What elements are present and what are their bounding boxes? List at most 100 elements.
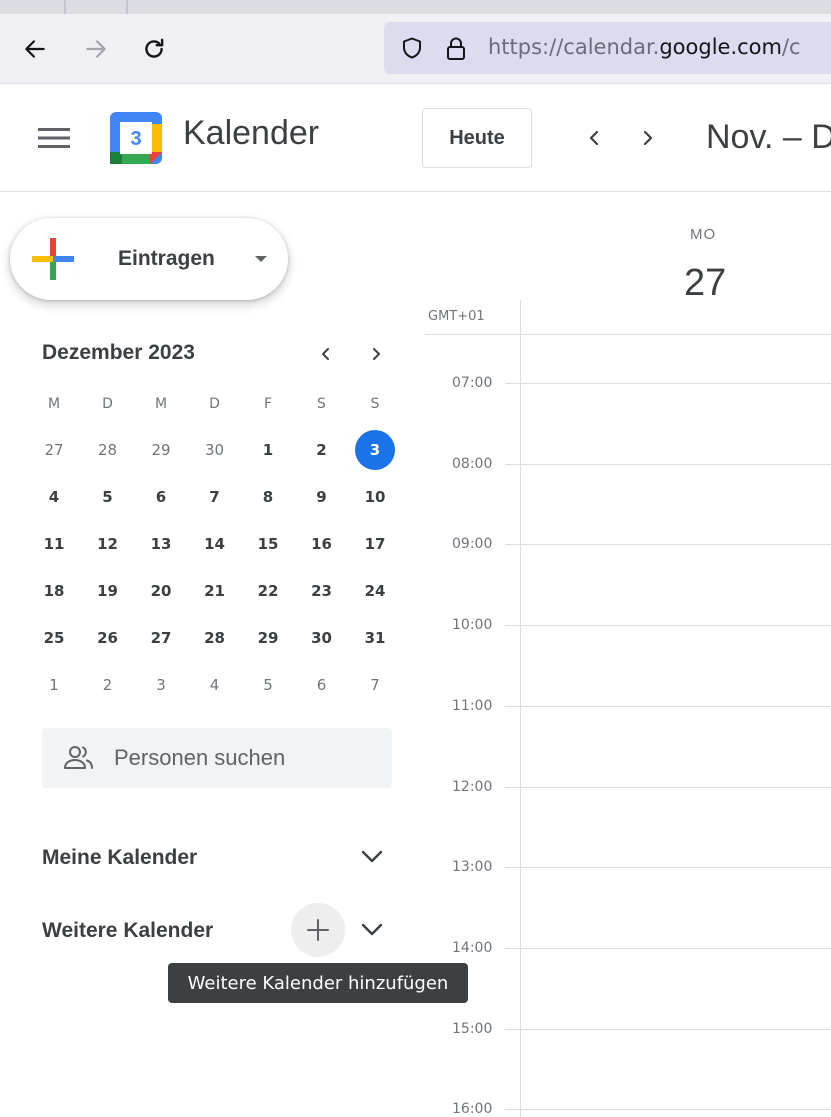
hour-gridline bbox=[505, 464, 831, 465]
hour-label: 09:00 bbox=[452, 536, 493, 552]
mini-calendar-prev-button[interactable] bbox=[311, 340, 341, 368]
reload-button[interactable] bbox=[137, 32, 171, 66]
mini-calendar-day[interactable]: 7 bbox=[354, 664, 396, 706]
previous-period-button[interactable] bbox=[574, 118, 614, 158]
add-calendar-tooltip: Weitere Kalender hinzufügen bbox=[168, 963, 468, 1003]
mini-calendar-day[interactable]: 5 bbox=[87, 476, 129, 518]
google-calendar-logo-icon[interactable]: 3 bbox=[108, 110, 164, 166]
hour-gridline bbox=[505, 948, 831, 949]
mini-calendar-day[interactable]: 13 bbox=[140, 523, 182, 565]
mini-calendar-day[interactable]: 22 bbox=[247, 570, 289, 612]
mini-calendar-weekday: M bbox=[47, 396, 61, 412]
address-bar[interactable]: https://calendar.google.com/c bbox=[384, 22, 831, 74]
browser-toolbar: https://calendar.google.com/c bbox=[0, 14, 831, 84]
mini-calendar-day[interactable]: 27 bbox=[33, 429, 75, 471]
people-icon bbox=[64, 746, 93, 769]
my-calendars-header[interactable]: Meine Kalender bbox=[42, 846, 197, 870]
add-other-calendar-button[interactable] bbox=[291, 903, 345, 957]
main-menu-button[interactable] bbox=[34, 118, 74, 158]
arrow-right-icon bbox=[86, 40, 106, 58]
mini-calendar-day[interactable]: 6 bbox=[140, 476, 182, 518]
hour-label: 14:00 bbox=[452, 940, 493, 956]
url-scheme: https://calendar. bbox=[488, 35, 660, 59]
back-button[interactable] bbox=[18, 32, 52, 66]
hour-label: 16:00 bbox=[452, 1101, 493, 1117]
mini-calendar-weekday: D bbox=[102, 396, 113, 412]
chevron-left-icon bbox=[589, 130, 599, 146]
mini-calendar-weekday: D bbox=[209, 396, 220, 412]
mini-calendar-day[interactable]: 31 bbox=[354, 617, 396, 659]
other-calendars-toggle[interactable] bbox=[352, 910, 392, 950]
caret-down-icon bbox=[255, 256, 267, 262]
mini-calendar-day[interactable]: 16 bbox=[301, 523, 343, 565]
mini-calendar-day[interactable]: 26 bbox=[87, 617, 129, 659]
logo-day-number: 3 bbox=[130, 128, 141, 150]
mini-calendar-day[interactable]: 4 bbox=[33, 476, 75, 518]
mini-calendar-day[interactable]: 11 bbox=[33, 523, 75, 565]
mini-calendar-day[interactable]: 29 bbox=[140, 429, 182, 471]
today-button[interactable]: Heute bbox=[422, 108, 532, 168]
date-range-title: Nov. – D bbox=[706, 118, 831, 156]
day-number-button[interactable]: 27 bbox=[684, 262, 726, 305]
mini-calendar-day[interactable]: 28 bbox=[87, 429, 129, 471]
mini-calendar-day[interactable]: 30 bbox=[301, 617, 343, 659]
mini-calendar-day[interactable]: 20 bbox=[140, 570, 182, 612]
mini-calendar-day[interactable]: 3 bbox=[140, 664, 182, 706]
mini-calendar-today[interactable]: 3 bbox=[355, 430, 395, 470]
hour-label: 08:00 bbox=[452, 456, 493, 472]
mini-calendar-day[interactable]: 29 bbox=[247, 617, 289, 659]
mini-calendar-day[interactable]: 6 bbox=[301, 664, 343, 706]
mini-calendar-day[interactable]: 2 bbox=[87, 664, 129, 706]
mini-calendar-day[interactable]: 30 bbox=[194, 429, 236, 471]
mini-calendar-day[interactable]: 5 bbox=[247, 664, 289, 706]
other-calendars-header[interactable]: Weitere Kalender bbox=[42, 919, 213, 943]
forward-button[interactable] bbox=[79, 32, 113, 66]
chevron-down-icon bbox=[361, 923, 383, 936]
app-header: 3 Kalender Heute Nov. – D bbox=[0, 84, 831, 192]
lock-icon[interactable] bbox=[444, 36, 468, 62]
mini-calendar-day[interactable]: 15 bbox=[247, 523, 289, 565]
tab-separator bbox=[126, 0, 128, 14]
mini-calendar-day[interactable]: 17 bbox=[354, 523, 396, 565]
mini-calendar-day[interactable]: 10 bbox=[354, 476, 396, 518]
mini-calendar-day[interactable]: 9 bbox=[301, 476, 343, 518]
mini-calendar-day[interactable]: 28 bbox=[194, 617, 236, 659]
people-search-box[interactable] bbox=[42, 728, 392, 788]
mini-calendar-title: Dezember 2023 bbox=[42, 341, 195, 364]
people-search-input[interactable] bbox=[114, 742, 374, 774]
url-path: /c bbox=[781, 35, 801, 59]
mini-calendar-day[interactable]: 23 bbox=[301, 570, 343, 612]
mini-calendar-day[interactable]: 27 bbox=[140, 617, 182, 659]
hour-gridline bbox=[505, 706, 831, 707]
mini-calendar-day[interactable]: 12 bbox=[87, 523, 129, 565]
url-text[interactable]: https://calendar.google.com/c bbox=[488, 35, 801, 59]
next-period-button[interactable] bbox=[628, 118, 668, 158]
mini-calendar-day[interactable]: 1 bbox=[33, 664, 75, 706]
app-title: Kalender bbox=[183, 114, 320, 152]
all-day-divider bbox=[425, 334, 831, 335]
hour-gridline bbox=[505, 867, 831, 868]
mini-calendar-day[interactable]: 25 bbox=[33, 617, 75, 659]
hamburger-menu-icon bbox=[38, 128, 70, 148]
my-calendars-toggle[interactable] bbox=[352, 837, 392, 877]
hour-label: 10:00 bbox=[452, 617, 493, 633]
mini-calendar-next-button[interactable] bbox=[361, 340, 391, 368]
mini-calendar-day[interactable]: 14 bbox=[194, 523, 236, 565]
reload-icon bbox=[145, 38, 164, 58]
mini-calendar-day[interactable]: 2 bbox=[301, 429, 343, 471]
mini-calendar-day[interactable]: 19 bbox=[87, 570, 129, 612]
day-of-week-label: MO bbox=[690, 226, 717, 243]
mini-calendar-day[interactable]: 1 bbox=[247, 429, 289, 471]
chevron-right-icon bbox=[373, 348, 380, 360]
hour-label: 12:00 bbox=[452, 779, 493, 795]
mini-calendar-day[interactable]: 24 bbox=[354, 570, 396, 612]
mini-calendar-day[interactable]: 4 bbox=[194, 664, 236, 706]
shield-icon[interactable] bbox=[400, 36, 424, 60]
mini-calendar-day[interactable]: 7 bbox=[194, 476, 236, 518]
mini-calendar-day[interactable]: 21 bbox=[194, 570, 236, 612]
hour-label: 13:00 bbox=[452, 859, 493, 875]
hour-gridline bbox=[505, 787, 831, 788]
create-event-button[interactable]: Eintragen bbox=[10, 218, 288, 300]
mini-calendar-day[interactable]: 18 bbox=[33, 570, 75, 612]
mini-calendar-day[interactable]: 8 bbox=[247, 476, 289, 518]
